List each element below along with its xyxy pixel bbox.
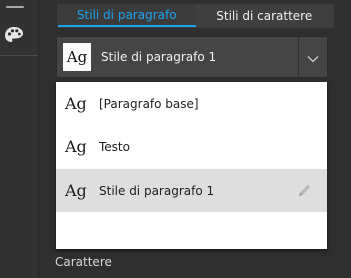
- chevron-down-icon: [307, 48, 319, 67]
- paragraph-styles-panel: Stili di paragrafo Stili di carattere Ag…: [39, 0, 351, 278]
- toolbar-divider: [0, 55, 38, 56]
- palette-icon[interactable]: [2, 24, 26, 48]
- tab-character-styles[interactable]: Stili di carattere: [196, 5, 334, 27]
- style-tabs: Stili di paragrafo Stili di carattere: [57, 4, 334, 28]
- pencil-icon[interactable]: [297, 182, 313, 198]
- list-item-label: [Paragrafo base]: [99, 96, 199, 111]
- style-preview-glyph: Ag: [65, 181, 87, 200]
- paragraph-style-dropdown[interactable]: Ag Stile di paragrafo 1: [56, 36, 328, 78]
- section-label-character: Carattere: [55, 255, 112, 269]
- list-item-paragrafo-base[interactable]: Ag [Paragrafo base]: [56, 82, 327, 125]
- list-item-label: Testo: [99, 139, 130, 154]
- dropdown-toggle[interactable]: [298, 37, 327, 77]
- style-preview-swatch: Ag: [63, 43, 91, 71]
- toolbar-grip[interactable]: [6, 6, 24, 8]
- style-preview-glyph: Ag: [65, 94, 87, 113]
- tab-paragraph-styles[interactable]: Stili di paragrafo: [58, 5, 196, 27]
- list-item-testo[interactable]: Ag Testo: [56, 125, 327, 168]
- left-toolbar: [0, 0, 39, 278]
- style-preview-glyph: Ag: [65, 137, 87, 156]
- list-item-label: Stile di paragrafo 1: [99, 183, 215, 198]
- selected-style-label: Stile di paragrafo 1: [101, 50, 217, 64]
- list-item-stile-di-paragrafo-1[interactable]: Ag Stile di paragrafo 1: [56, 169, 327, 212]
- style-dropdown-list: Ag [Paragrafo base] Ag Testo Ag Stile di…: [56, 82, 327, 249]
